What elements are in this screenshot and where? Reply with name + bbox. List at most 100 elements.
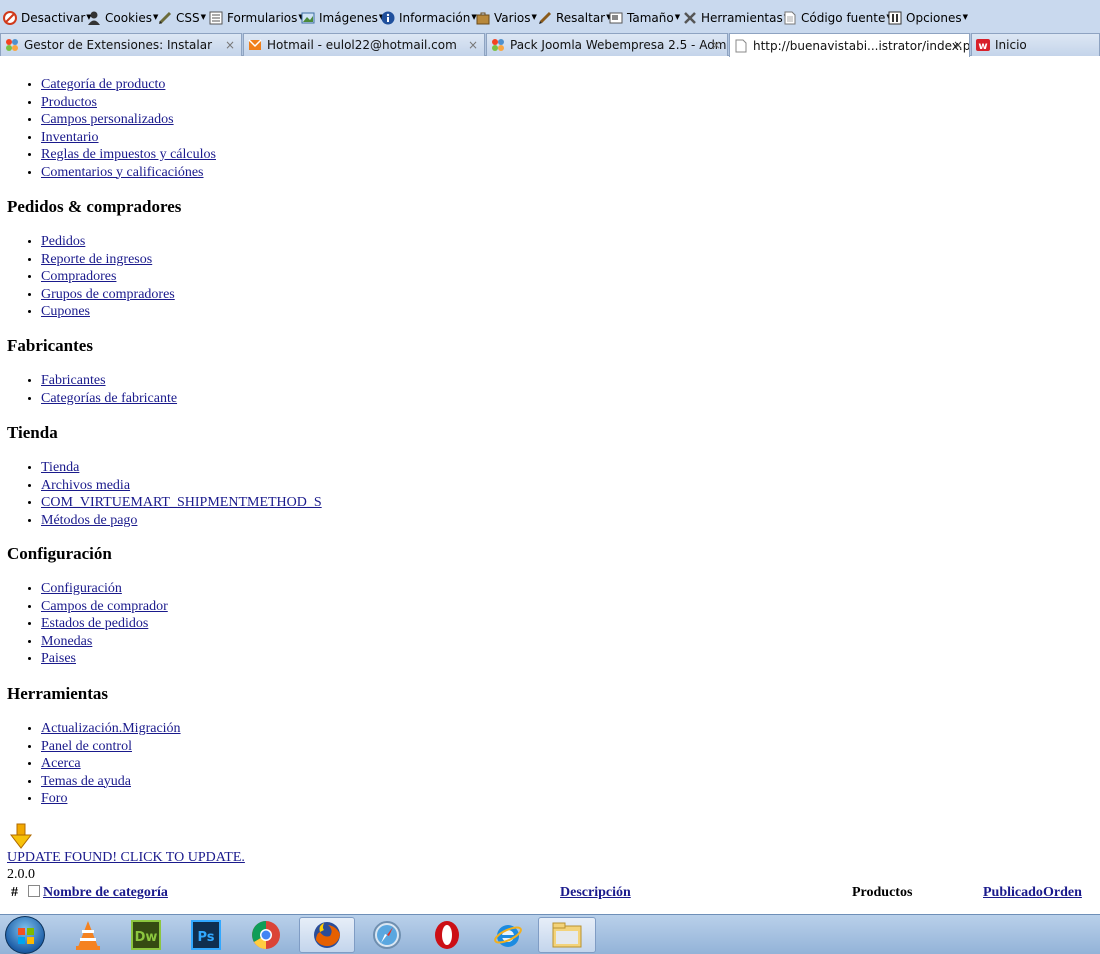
tab-administrator-index[interactable]: http://buenavistabi...istrator/index.php…: [729, 33, 970, 57]
photoshop-icon[interactable]: Ps: [178, 917, 234, 953]
download-arrow-icon[interactable]: [9, 823, 33, 849]
image-icon: [301, 11, 315, 25]
menu-link-reglas-impuestos[interactable]: Reglas de impuestos y cálculos: [41, 147, 216, 162]
close-icon[interactable]: ×: [953, 38, 963, 52]
windows-taskbar: Dw Ps: [0, 914, 1100, 954]
form-icon: [209, 11, 223, 25]
fabricantes-menu: Fabricantes Categorías de fabricante: [41, 372, 177, 407]
chrome-icon[interactable]: [238, 917, 294, 953]
menu-link-acerca[interactable]: Acerca: [41, 756, 81, 771]
user-icon: [87, 11, 101, 25]
devbar-resaltar[interactable]: Resaltar ▼: [538, 10, 612, 26]
dreamweaver-icon[interactable]: Dw: [118, 917, 174, 953]
vlc-icon[interactable]: [60, 917, 116, 953]
column-header-number: #: [11, 885, 18, 900]
section-title-tienda: Tienda: [7, 423, 58, 442]
menu-link-foro[interactable]: Foro: [41, 791, 67, 806]
menu-link-actualizacion[interactable]: Actualización.Migración: [41, 721, 181, 736]
devbar-cookies[interactable]: Cookies ▼: [87, 10, 158, 26]
hotmail-icon: [248, 38, 262, 52]
svg-text:w: w: [978, 41, 987, 52]
briefcase-icon: [476, 11, 490, 25]
menu-link-configuracion[interactable]: Configuración: [41, 581, 122, 596]
devbar-tamano[interactable]: Tamaño ▼: [609, 10, 680, 26]
tab-gestor-extensiones[interactable]: Gestor de Extensiones: Instalar ×: [0, 33, 242, 56]
ie-icon[interactable]: [480, 917, 536, 953]
devbar-herramientas[interactable]: Herramientas▼: [683, 10, 789, 26]
list-item: Reporte de ingresos: [41, 251, 175, 269]
list-item: Monedas: [41, 633, 168, 651]
page-content: Categoría de producto Productos Campos p…: [0, 56, 1100, 914]
menu-link-temas-ayuda[interactable]: Temas de ayuda: [41, 774, 131, 789]
devbar-opciones[interactable]: Opciones ▼: [888, 10, 968, 26]
menu-link-tienda[interactable]: Tienda: [41, 460, 79, 475]
menu-link-compradores[interactable]: Compradores: [41, 269, 116, 284]
list-item: Fabricantes: [41, 372, 177, 390]
menu-link-reporte-ingresos[interactable]: Reporte de ingresos: [41, 252, 152, 267]
list-item: Categorías de fabricante: [41, 390, 177, 408]
menu-link-fabricantes[interactable]: Fabricantes: [41, 373, 106, 388]
close-icon[interactable]: ×: [711, 38, 721, 52]
menu-link-campos-comprador[interactable]: Campos de comprador: [41, 599, 168, 614]
devbar-formularios[interactable]: Formularios ▼: [209, 10, 304, 26]
list-item: Configuración: [41, 580, 168, 598]
menu-link-inventario[interactable]: Inventario: [41, 130, 99, 145]
catalog-menu: Categoría de producto Productos Campos p…: [41, 76, 216, 181]
menu-link-comentarios[interactable]: Comentarios y calificaciónes: [41, 165, 204, 180]
devbar-desactivar[interactable]: Desactivar ▼: [3, 10, 92, 26]
tab-pack-joomla[interactable]: Pack Joomla Webempresa 2.5 - Admi... ×: [486, 33, 728, 56]
devbar-css[interactable]: CSS ▼: [158, 10, 206, 26]
devbar-varios[interactable]: Varios ▼: [476, 10, 537, 26]
disable-icon: [3, 11, 17, 25]
list-item: Tienda: [41, 459, 322, 477]
menu-link-monedas[interactable]: Monedas: [41, 634, 92, 649]
list-item: Grupos de compradores: [41, 286, 175, 304]
opera-icon[interactable]: [419, 917, 475, 953]
close-icon[interactable]: ×: [225, 38, 235, 52]
menu-link-metodos-pago[interactable]: Métodos de pago: [41, 513, 137, 528]
blank-page-icon: [734, 39, 748, 53]
document-icon: [783, 11, 797, 25]
joomla-icon: [5, 38, 19, 52]
column-header-publicado[interactable]: Publicado: [983, 885, 1043, 901]
menu-link-paises[interactable]: Paises: [41, 651, 76, 666]
close-icon[interactable]: ×: [468, 38, 478, 52]
select-all-checkbox[interactable]: [28, 885, 40, 897]
start-icon[interactable]: [5, 916, 45, 954]
menu-link-cupones[interactable]: Cupones: [41, 304, 90, 319]
column-header-descripcion[interactable]: Descripción: [560, 885, 631, 901]
menu-link-pedidos[interactable]: Pedidos: [41, 234, 85, 249]
devbar-codigo-fuente[interactable]: Código fuente▼: [783, 10, 892, 26]
pencil-icon: [158, 11, 172, 25]
tab-inicio[interactable]: w Inicio: [971, 33, 1100, 56]
list-item: Panel de control: [41, 738, 181, 756]
configuracion-menu: Configuración Campos de comprador Estado…: [41, 580, 168, 668]
svg-text:Dw: Dw: [135, 930, 158, 945]
safari-icon[interactable]: [359, 917, 415, 953]
explorer-folder-icon[interactable]: [538, 917, 596, 953]
tienda-menu: Tienda Archivos media COM_VIRTUEMART_SHI…: [41, 459, 322, 529]
menu-link-categoria-producto[interactable]: Categoría de producto: [41, 77, 165, 92]
update-link[interactable]: UPDATE FOUND! CLICK TO UPDATE.: [7, 850, 245, 866]
list-item: Métodos de pago: [41, 512, 322, 530]
section-title-fabricantes: Fabricantes: [7, 336, 93, 355]
menu-link-productos[interactable]: Productos: [41, 95, 97, 110]
menu-link-estados-pedidos[interactable]: Estados de pedidos: [41, 616, 148, 631]
menu-link-campos-personalizados[interactable]: Campos personalizados: [41, 112, 174, 127]
devbar-informacion[interactable]: Información ▼: [381, 10, 477, 26]
devbar-imagenes[interactable]: Imágenes ▼: [301, 10, 384, 26]
column-header-nombre-categoria[interactable]: Nombre de categoría: [43, 885, 168, 901]
list-item: Compradores: [41, 268, 175, 286]
web-developer-toolbar: Desactivar ▼ Cookies ▼ CSS ▼ Formularios ▼ I…: [0, 0, 1100, 35]
menu-link-shipment-methods[interactable]: COM_VIRTUEMART_SHIPMENTMETHOD_S: [41, 495, 322, 510]
menu-link-archivos-media[interactable]: Archivos media: [41, 478, 130, 493]
column-header-orden[interactable]: Orden: [1043, 885, 1082, 901]
menu-link-categorias-fabricante[interactable]: Categorías de fabricante: [41, 391, 177, 406]
list-item: Archivos media: [41, 477, 322, 495]
tab-hotmail[interactable]: Hotmail - eulol22@hotmail.com ×: [243, 33, 485, 56]
firefox-icon[interactable]: [299, 917, 355, 953]
menu-link-panel-control[interactable]: Panel de control: [41, 739, 132, 754]
list-item: Acerca: [41, 755, 181, 773]
list-item: Campos personalizados: [41, 111, 216, 129]
menu-link-grupos-compradores[interactable]: Grupos de compradores: [41, 287, 175, 302]
